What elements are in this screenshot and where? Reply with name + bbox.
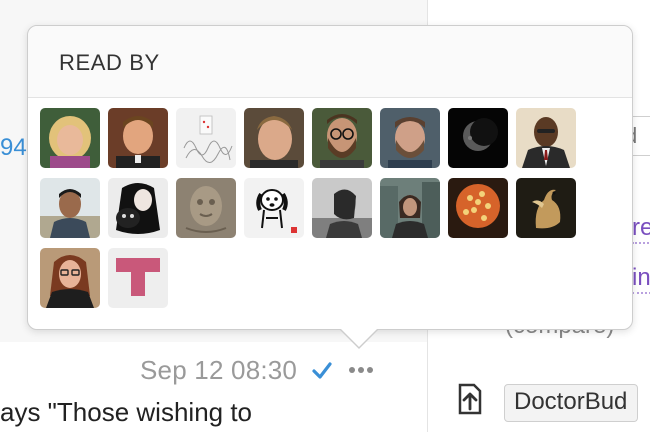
avatar-woman-glasses[interactable] — [40, 248, 100, 308]
avatar-bird-sculpture[interactable] — [516, 178, 576, 238]
avatar-stone-carving[interactable] — [176, 178, 236, 238]
message-timestamp: Sep 12 08:30 — [140, 354, 298, 385]
avatar-smiling-man[interactable] — [108, 108, 168, 168]
read-by-popover: READ BY — [27, 25, 633, 349]
message-text: ays "Those wishing to — [0, 397, 253, 427]
popover-header: READ BY — [28, 26, 632, 98]
avatar-man-outdoors[interactable] — [40, 178, 100, 238]
avatar-bearded-man-glasses[interactable] — [312, 108, 372, 168]
avatar-pink-t-logo[interactable] — [108, 248, 168, 308]
popover-arrow-fill — [341, 329, 377, 347]
popover-title: READ BY — [59, 50, 160, 75]
right-link[interactable]: re — [632, 214, 650, 244]
avatar-woman-in-city[interactable] — [380, 178, 440, 238]
avatar-orange-sphere[interactable] — [448, 178, 508, 238]
right-link[interactable]: in — [632, 264, 650, 294]
avatar-young-man[interactable] — [244, 108, 304, 168]
checkmark-icon[interactable] — [311, 359, 333, 381]
avatar-woman-profile[interactable] — [312, 178, 372, 238]
avatar-blonde-woman[interactable] — [40, 108, 100, 168]
avatar-cartoon-dog[interactable] — [244, 178, 304, 238]
reader-avatar-grid — [40, 108, 600, 308]
message-meta: Sep 12 08:30 — [140, 352, 374, 388]
ellipsis-icon[interactable] — [349, 367, 374, 373]
avatar-bearded-man[interactable] — [380, 108, 440, 168]
avatar-man-in-suit[interactable] — [516, 108, 576, 168]
upload-icon[interactable] — [456, 383, 484, 415]
avatar-moon[interactable] — [448, 108, 508, 168]
user-chip[interactable]: DoctorBud — [504, 384, 639, 422]
avatar-sketch-drawing[interactable] — [176, 108, 236, 168]
avatar-woman-with-cat[interactable] — [108, 178, 168, 238]
partial-number: 94 — [0, 134, 27, 161]
